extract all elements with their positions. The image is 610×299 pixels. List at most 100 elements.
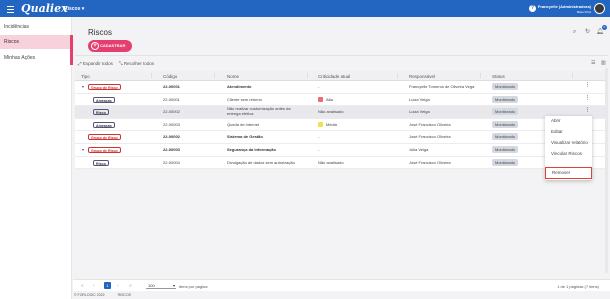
- row-menu-icon[interactable]: ⋮: [585, 107, 590, 113]
- pagination-info: 1 de 1 páginas (7 itens): [557, 284, 599, 289]
- app-logo[interactable]: Qualiex: [21, 2, 68, 15]
- table-row[interactable]: Grupo de Risco 22-00002 Sistema de Gestã…: [75, 131, 608, 144]
- cell-nome: Não realizar customização antes da entreg…: [227, 106, 291, 117]
- cell-codigo: 22-00003: [163, 147, 180, 152]
- column-menu-icon[interactable]: ⋮: [478, 73, 483, 79]
- type-tag: Grupo de Risco: [88, 84, 121, 90]
- status-badge: Monitorado: [492, 158, 519, 166]
- table-row[interactable]: Ameaças 22-00001 Cliente sem retorno Alt…: [75, 93, 608, 107]
- cell-nome: Atendimento: [227, 84, 252, 89]
- menu-item-remover[interactable]: Remover: [545, 167, 592, 179]
- cell-codigo: 22-00004: [163, 159, 180, 165]
- status-badge: Monitorado: [492, 120, 519, 128]
- cell-codigo: 22-00001: [163, 84, 180, 89]
- status-badge: Monitorado: [492, 83, 519, 90]
- menu-item-editar[interactable]: Editar: [545, 127, 592, 137]
- criticality-alta-indicator: [318, 96, 323, 102]
- search-icon[interactable]: ⌕: [571, 29, 578, 36]
- sidebar-item-label: Riscos: [4, 39, 20, 45]
- row-menu-icon[interactable]: ⋮: [585, 82, 590, 88]
- cell-codigo: 22-00002: [163, 109, 180, 115]
- table-row[interactable]: ▾ Grupo de Risco 22-00003 Segurança da I…: [75, 144, 608, 157]
- cell-criticidade: Não analisado: [318, 109, 344, 115]
- col-header-status[interactable]: Status: [492, 74, 505, 79]
- cell-responsavel: Luiza Veiga: [409, 109, 430, 115]
- status-badge: Monitorado: [492, 146, 519, 153]
- notification-badge: 0: [602, 25, 607, 30]
- menu-item-abrir[interactable]: Abrir: [545, 116, 592, 126]
- column-menu-icon[interactable]: ⋮: [570, 73, 575, 79]
- main-content: Riscos + CADASTRAR ⌕ ↻ 🔔︎ 0 ⤢ Expandir t…: [73, 17, 610, 299]
- table-header: Tipo ⋮ Código ⋮ Nome ⋮ Criticidade atual…: [75, 71, 608, 81]
- first-page-icon[interactable]: «: [81, 283, 84, 289]
- footer-copyright: © FORLOGIC 2022: [74, 293, 105, 297]
- user-base: Base Prod: [576, 10, 591, 14]
- table-row[interactable]: Ameaças 22-00003 Queda de internet Média…: [75, 118, 608, 132]
- page-size-value: 100: [148, 283, 155, 288]
- cell-responsavel: Luiza Veiga: [409, 96, 430, 102]
- expand-all-button[interactable]: ⤢ Expandir todos: [78, 61, 113, 66]
- column-menu-icon[interactable]: ⋮: [149, 73, 154, 79]
- footer-module: RISCOS: [117, 293, 131, 297]
- scrollbar[interactable]: [605, 68, 608, 273]
- menu-item-vincular-riscos[interactable]: Vincular Riscos: [545, 149, 592, 159]
- col-header-codigo[interactable]: Código: [163, 74, 177, 79]
- list-view-icon[interactable]: ☰: [591, 60, 595, 66]
- col-header-criticidade[interactable]: Criticidade atual: [318, 74, 350, 79]
- cell-nome: Queda de internet: [227, 121, 260, 127]
- cell-nome-line2: entrega efetiva: [227, 110, 254, 116]
- col-header-tipo[interactable]: Tipo: [81, 74, 90, 79]
- cell-criticidade: -: [318, 147, 320, 152]
- help-icon[interactable]: ?: [529, 5, 536, 12]
- pagination-bar: « ‹ 1 › » 100 ▾ itens por página 1 de 1 p…: [73, 279, 610, 291]
- avatar[interactable]: [594, 3, 605, 14]
- last-page-icon[interactable]: »: [129, 283, 132, 289]
- status-badge: Monitorado: [492, 133, 519, 141]
- cell-responsavel: Júlia Veiga: [409, 147, 429, 152]
- column-menu-icon[interactable]: ⋮: [305, 73, 310, 79]
- sidebar-item-incidencias[interactable]: Incidências: [0, 20, 72, 34]
- chevron-down-icon[interactable]: ▾: [82, 147, 84, 152]
- refresh-icon[interactable]: ↻: [584, 29, 591, 36]
- hamburger-menu-icon[interactable]: [7, 4, 14, 13]
- sidebar-item-riscos[interactable]: Riscos: [0, 35, 73, 65]
- module-selector[interactable]: Riscos ▾: [64, 6, 84, 12]
- cell-responsavel: José Francisco Oliveira: [409, 134, 451, 140]
- col-header-responsavel[interactable]: Responsável: [409, 74, 435, 79]
- cell-nome: Cliente sem retorno: [227, 96, 262, 102]
- type-tag: Ameaças: [93, 96, 115, 103]
- type-tag: Ameaças: [93, 121, 115, 128]
- status-badge: Monitorado: [492, 95, 519, 103]
- criticality-media-indicator: [318, 121, 323, 127]
- table-row[interactable]: Risco 22-00002 Não realizar customização…: [75, 106, 608, 119]
- user-name[interactable]: Francyelle (Administradora): [538, 4, 591, 9]
- notification-icon[interactable]: 🔔︎: [596, 29, 604, 36]
- cell-responsavel: Francyelle Tomeros de Oliveira Vega: [409, 84, 475, 89]
- prev-page-icon[interactable]: ‹: [93, 283, 95, 289]
- columns-icon[interactable]: ▥: [601, 60, 606, 66]
- table-row[interactable]: Risco 22-00004 Divulgação de dados sem a…: [75, 156, 608, 170]
- collapse-all-button[interactable]: ⤡ Recolher todos: [119, 61, 154, 66]
- add-risk-button[interactable]: + CADASTRAR: [88, 40, 132, 52]
- sidebar-item-minhas-acoes[interactable]: Minhas Ações: [0, 51, 72, 65]
- cell-codigo: 22-00002: [163, 134, 180, 140]
- menu-item-visualizar-relatorio[interactable]: Visualizar relatório: [545, 138, 592, 148]
- column-menu-icon[interactable]: ⋮: [395, 73, 400, 79]
- col-header-nome[interactable]: Nome: [227, 74, 239, 79]
- chevron-down-icon[interactable]: ▾: [82, 84, 84, 89]
- type-tag: Risco: [93, 109, 109, 116]
- cell-nome: Divulgação de dados sem autorização: [227, 159, 295, 165]
- plus-icon: +: [91, 42, 99, 50]
- divider: [75, 55, 608, 56]
- next-page-icon[interactable]: ›: [117, 283, 119, 289]
- column-menu-icon[interactable]: ⋮: [212, 73, 217, 79]
- chevron-down-icon: ▾: [172, 283, 175, 288]
- add-button-label: CADASTRAR: [100, 43, 126, 48]
- row-menu-icon[interactable]: ⋮: [585, 95, 590, 101]
- table-row[interactable]: ▾ Grupo de Risco 22-00001 Atendimento - …: [75, 81, 608, 94]
- cell-criticidade: Média: [326, 121, 337, 127]
- row-context-menu: Abrir Editar Visualizar relatório Vincul…: [545, 116, 592, 180]
- page-size-select[interactable]: 100 ▾: [146, 282, 176, 289]
- sidebar-item-label: Incidências: [4, 24, 30, 30]
- page-number[interactable]: 1: [104, 282, 111, 289]
